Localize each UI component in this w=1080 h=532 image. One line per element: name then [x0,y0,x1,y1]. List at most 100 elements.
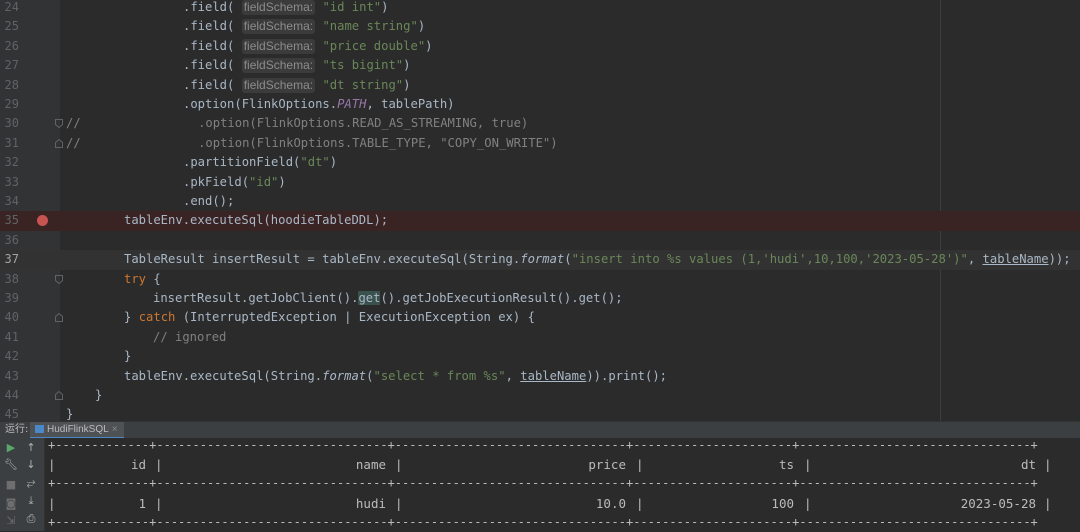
run-tab-label: HudiFlinkSQL [47,424,109,435]
param-hint: fieldSchema: [241,38,316,54]
line-number: 40 [4,310,19,325]
code-line[interactable]: 38 try { [0,270,1080,289]
code-line[interactable]: 39 insertResult.getJobClient().get().get… [0,289,1080,308]
cell-ts: 100 [771,496,794,511]
code-text: } catch (InterruptedException | Executio… [124,310,535,325]
fold-marker-icon[interactable] [55,391,63,400]
code-line[interactable]: 26 .field( fieldSchema: "price double") [0,37,1080,56]
console-output[interactable]: +-------------+-------------------------… [48,438,1080,531]
line-number: 41 [4,329,19,344]
line-number: 24 [4,0,19,14]
code-line[interactable]: 30 // .option(FlinkOptions.READ_AS_STREA… [0,114,1080,133]
line-number: 29 [4,97,19,111]
scroll-up-icon[interactable]: ↑ [24,441,38,455]
table-sep: | [636,457,644,472]
code-text: // .option(FlinkOptions.READ_AS_STREAMIN… [66,116,529,131]
restore-layout-icon[interactable]: ⇲ [4,514,18,528]
table-sep: | [804,457,812,472]
cell-dt: 2023-05-28 [960,496,1036,511]
header-price: price [588,457,626,472]
print-icon[interactable]: ⎙ [24,512,38,526]
code-text: .partitionField("dt") [183,155,338,170]
stop-icon[interactable]: ■ [4,478,18,492]
param-hint: fieldSchema: [241,19,316,35]
code-line[interactable]: 40 } catch (InterruptedException | Execu… [0,308,1080,327]
code-text: .field( fieldSchema: "price double") [183,38,433,54]
code-line[interactable]: 27 .field( fieldSchema: "ts bigint") [0,56,1080,75]
code-line[interactable]: 31 // .option(FlinkOptions.TABLE_TYPE, "… [0,134,1080,153]
code-line[interactable]: 45 } [0,405,1080,421]
table-border: +-------------+-------------------------… [48,476,1038,490]
line-number: 28 [4,77,19,92]
table-sep: | [1044,457,1052,472]
code-text: tableEnv.executeSql(hoodieTableDDL); [124,213,389,228]
table-row: | 1 | hudi | 10.0 | 100 | 2023-05-28 | [48,494,1080,513]
line-number: 25 [4,19,19,34]
header-id: id [130,457,146,472]
table-sep: | [155,457,163,472]
fold-marker-icon[interactable] [55,138,63,148]
soft-wrap-icon[interactable]: ⥂ [24,476,38,490]
code-line[interactable]: 36 [0,231,1080,250]
table-header-row: | id | name | price | ts | dt | [48,455,1080,474]
code-line[interactable]: 44 } [0,386,1080,405]
code-text: try { [124,271,161,286]
code-line[interactable]: 43 tableEnv.executeSql(String.format("se… [0,367,1080,386]
code-text: } [66,407,74,421]
line-number: 43 [4,368,19,383]
code-line[interactable]: 34 .end(); [0,192,1080,211]
line-number: 45 [4,407,19,421]
fold-marker-icon[interactable] [55,313,63,323]
header-name: name [355,457,386,472]
code-line-current[interactable]: 37 TableResult insertResult = tableEnv.e… [0,250,1080,270]
camera-icon[interactable]: ◙ [4,497,18,511]
table-border: +-------------+-------------------------… [48,438,1038,452]
run-panel: ▶ ↑ 🔧︎ ↓ ■ ⥂ ◙ ⤓ ⇲ ⎙ +-------------+----… [0,438,1080,531]
code-line[interactable]: 29 .option(FlinkOptions.PATH, tablePath) [0,95,1080,114]
fold-marker-icon[interactable] [55,119,63,129]
code-text: insertResult.getJobClient().get().getJob… [153,291,623,305]
code-line-breakpoint[interactable]: 35 tableEnv.executeSql(hoodieTableDDL); [0,211,1080,231]
rerun-icon[interactable]: ▶ [4,441,18,455]
line-number: 36 [4,232,19,247]
line-number: 31 [4,135,19,150]
close-tab-icon[interactable]: × [112,424,118,435]
header-ts: ts [778,457,794,472]
code-line[interactable]: 33 .pkField("id") [0,173,1080,192]
cell-name: hudi [355,496,386,511]
code-editor[interactable]: 24 .field( fieldSchema: "id int") 25 .fi… [0,0,1080,421]
code-line[interactable]: 28 .field( fieldSchema: "dt string") [0,76,1080,95]
table-border: +-------------+-------------------------… [48,515,1038,529]
header-dt: dt [1020,457,1036,472]
code-line[interactable]: 24 .field( fieldSchema: "id int") [0,0,1080,17]
scroll-down-icon[interactable]: ↓ [24,458,38,472]
code-text: TableResult insertResult = tableEnv.exec… [124,252,1071,267]
code-text: tableEnv.executeSql(String.format("selec… [124,368,668,383]
code-text: .end(); [183,194,235,208]
table-sep: | [48,496,56,511]
code-line[interactable]: 32 .partitionField("dt") [0,153,1080,172]
line-number: 33 [4,174,19,189]
code-text: } [95,388,103,402]
code-text: // ignored [153,329,227,344]
line-number: 27 [4,58,19,73]
table-sep: | [395,496,403,511]
code-line[interactable]: 42 } [0,347,1080,366]
table-sep: | [155,496,163,511]
run-toolbar: ▶ ↑ 🔧︎ ↓ ■ ⥂ ◙ ⤓ ⇲ ⎙ [0,438,45,531]
fold-marker-icon[interactable] [55,274,63,284]
code-text: .field( fieldSchema: "ts bigint") [183,58,411,74]
code-line[interactable]: 25 .field( fieldSchema: "name string") [0,17,1080,36]
table-sep: | [48,457,56,472]
wrench-icon[interactable]: 🔧︎ [4,458,18,472]
line-number: 35 [4,213,19,228]
code-text: // .option(FlinkOptions.TABLE_TYPE, "COP… [66,135,558,150]
line-number: 37 [4,252,19,267]
code-line[interactable]: 41 // ignored [0,328,1080,347]
run-config-icon [35,425,44,433]
line-number: 42 [4,349,19,364]
line-number: 32 [4,155,19,170]
scroll-to-end-icon[interactable]: ⤓ [24,494,38,508]
line-number: 34 [4,194,19,208]
breakpoint-icon[interactable] [37,215,48,227]
